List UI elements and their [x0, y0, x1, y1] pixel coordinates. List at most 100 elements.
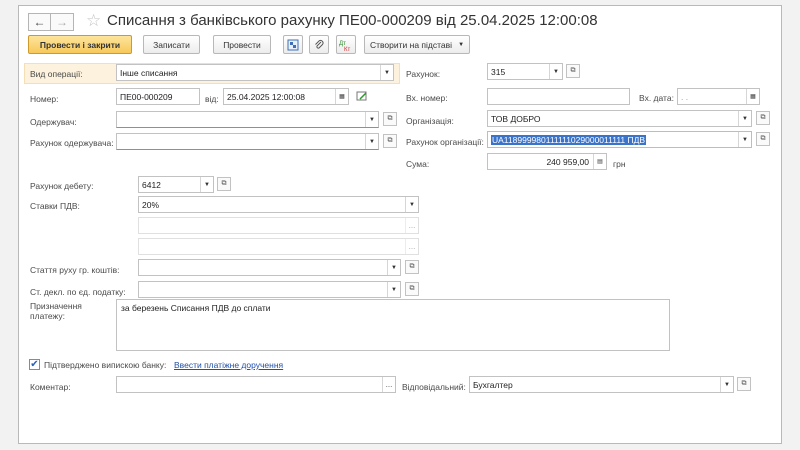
- operation-type-value: Інше списання: [120, 67, 178, 78]
- document-structure-icon: [287, 39, 299, 50]
- open-recipient-icon[interactable]: ⧉: [383, 112, 397, 126]
- date-value: 25.04.2025 12:00:08: [227, 91, 305, 102]
- arrow-right-icon: →: [56, 15, 68, 29]
- responsible-value: Бухгалтер: [473, 379, 513, 390]
- debit-account-field[interactable]: 6412 ▼: [138, 176, 214, 193]
- chevron-down-icon[interactable]: ▼: [720, 377, 733, 392]
- payment-purpose-label: Призначення платежу:: [30, 301, 82, 321]
- currency-label: грн: [613, 159, 626, 169]
- ellipsis-icon[interactable]: ...: [405, 239, 418, 254]
- organization-account-value: UA118999980111111029000011111 ПДВ: [491, 134, 647, 145]
- responsible-label: Відповідальний:: [402, 382, 466, 392]
- payment-purpose-textarea[interactable]: за березень Списання ПДВ до сплати: [116, 299, 670, 351]
- vat-extra-field-2[interactable]: ...: [138, 238, 419, 255]
- sum-value: 240 959,00: [546, 156, 589, 167]
- forward-button[interactable]: →: [51, 13, 74, 31]
- tax-declaration-label: Ст. декл. по єд. податку:: [30, 287, 126, 297]
- recipient-account-label: Рахунок одержувача:: [30, 138, 114, 148]
- vat-rates-label: Ставки ПДВ:: [30, 201, 80, 211]
- operation-type-label: Вид операції:: [30, 69, 83, 79]
- post-button[interactable]: Провести: [213, 35, 271, 54]
- recipient-field[interactable]: ▼: [116, 111, 379, 128]
- calculator-icon[interactable]: ▤: [593, 154, 606, 169]
- document-window: ← → ☆ Списання з банківського рахунку ПЕ…: [18, 5, 782, 444]
- tax-declaration-field[interactable]: ▼: [138, 281, 401, 298]
- organization-label: Організація:: [406, 116, 454, 126]
- debit-account-label: Рахунок дебету:: [30, 181, 94, 191]
- cashflow-article-field[interactable]: ▼: [138, 259, 401, 276]
- organization-account-label: Рахунок організації:: [406, 137, 484, 147]
- navigation-buttons: ← →: [28, 13, 74, 31]
- organization-value: ТОВ ДОБРО: [491, 113, 541, 124]
- open-cashflow-article-icon[interactable]: ⧉: [405, 260, 419, 274]
- document-edit-icon[interactable]: [356, 90, 368, 104]
- account-value: 315: [491, 66, 506, 77]
- date-field[interactable]: 25.04.2025 12:00:08 ▦: [223, 88, 349, 105]
- responsible-field[interactable]: Бухгалтер ▼: [469, 376, 734, 393]
- vat-rate-value: 20%: [142, 199, 160, 210]
- save-button[interactable]: Записати: [143, 35, 200, 54]
- recipient-label: Одержувач:: [30, 117, 77, 127]
- chevron-down-icon[interactable]: ▼: [380, 65, 393, 80]
- post-and-close-button[interactable]: Провести і закрити: [28, 35, 132, 54]
- chevron-down-icon[interactable]: ▼: [405, 197, 418, 212]
- open-debit-account-icon[interactable]: ⧉: [217, 177, 231, 191]
- debit-account-value: 6412: [142, 179, 161, 190]
- chevron-down-icon[interactable]: ▼: [549, 64, 562, 79]
- incoming-date-field[interactable]: . . ▦: [677, 88, 760, 105]
- cashflow-article-label: Стаття руху гр. коштів:: [30, 265, 120, 275]
- checkmark-icon: ✔: [30, 358, 39, 370]
- create-based-on-button[interactable]: Створити на підставі ▼: [364, 35, 470, 54]
- ellipsis-icon[interactable]: ...: [382, 377, 395, 392]
- debit-credit-button[interactable]: Дт Кт: [336, 35, 356, 54]
- open-tax-declaration-icon[interactable]: ⧉: [405, 282, 419, 296]
- calendar-icon[interactable]: ▦: [746, 89, 759, 104]
- operation-type-select[interactable]: Інше списання ▼: [116, 64, 394, 81]
- ellipsis-icon[interactable]: ...: [405, 218, 418, 233]
- chevron-down-icon[interactable]: ▼: [387, 260, 400, 275]
- open-organization-icon[interactable]: ⧉: [756, 111, 770, 125]
- chevron-down-icon[interactable]: ▼: [200, 177, 213, 192]
- paperclip-icon: [315, 39, 324, 49]
- incoming-number-field[interactable]: [487, 88, 630, 105]
- calendar-icon[interactable]: ▦: [335, 89, 348, 104]
- document-title: Списання з банківського рахунку ПЕ00-000…: [107, 12, 598, 29]
- confirmed-by-bank-checkbox[interactable]: ✔: [29, 359, 40, 370]
- organization-field[interactable]: ТОВ ДОБРО ▼: [487, 110, 752, 127]
- incoming-date-value: . .: [681, 91, 689, 102]
- payment-purpose-value: за березень Списання ПДВ до сплати: [121, 303, 271, 313]
- attach-button[interactable]: [309, 35, 329, 54]
- vat-extra-field-1[interactable]: ...: [138, 217, 419, 234]
- account-field[interactable]: 315 ▼: [487, 63, 563, 80]
- print-structure-button[interactable]: [283, 35, 303, 54]
- chevron-down-icon: ▼: [458, 41, 465, 48]
- number-field[interactable]: ПЕ00-000209: [116, 88, 200, 105]
- chevron-down-icon[interactable]: ▼: [387, 282, 400, 297]
- confirmed-by-bank-label: Підтверджено випискою банку:: [44, 360, 167, 370]
- date-label: від:: [205, 94, 219, 104]
- sum-field[interactable]: 240 959,00 ▤: [487, 153, 607, 170]
- open-recipient-account-icon[interactable]: ⧉: [383, 134, 397, 148]
- comment-label: Коментар:: [30, 382, 71, 392]
- back-button[interactable]: ←: [28, 13, 51, 31]
- arrow-left-icon: ←: [33, 15, 46, 29]
- enter-payment-order-link[interactable]: Ввести платіжне доручення: [174, 360, 283, 370]
- chevron-down-icon[interactable]: ▼: [365, 112, 378, 127]
- open-account-icon[interactable]: ⧉: [566, 64, 580, 78]
- incoming-number-label: Вх. номер:: [406, 93, 448, 103]
- number-value: ПЕ00-000209: [120, 91, 173, 102]
- open-responsible-icon[interactable]: ⧉: [737, 377, 751, 391]
- recipient-account-field[interactable]: ▼: [116, 133, 379, 150]
- dt-kt-icon: ДтКт: [339, 41, 350, 51]
- chevron-down-icon[interactable]: ▼: [738, 132, 751, 147]
- organization-account-field[interactable]: UA118999980111111029000011111 ПДВ ▼: [487, 131, 752, 148]
- open-organization-account-icon[interactable]: ⧉: [756, 132, 770, 146]
- chevron-down-icon[interactable]: ▼: [365, 134, 378, 149]
- comment-field[interactable]: ...: [116, 376, 396, 393]
- vat-rate-select[interactable]: 20% ▼: [138, 196, 419, 213]
- chevron-down-icon[interactable]: ▼: [738, 111, 751, 126]
- account-label: Рахунок:: [406, 69, 441, 79]
- sum-label: Сума:: [406, 159, 430, 169]
- favorite-star-icon[interactable]: ☆: [86, 11, 101, 31]
- svg-text:Кт: Кт: [344, 47, 350, 51]
